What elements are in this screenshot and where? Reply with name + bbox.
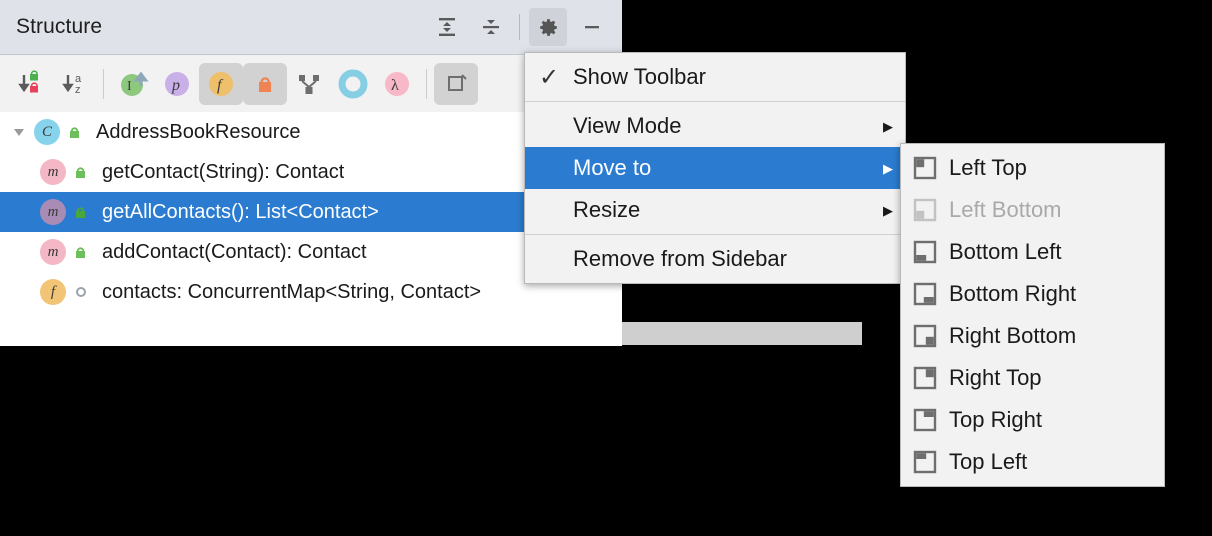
structure-header: Structure	[0, 0, 622, 55]
svg-text:I: I	[127, 79, 132, 94]
show-properties-icon[interactable]: p	[155, 63, 199, 105]
minimize-icon[interactable]	[573, 8, 611, 46]
collapse-triangle-icon[interactable]	[6, 124, 32, 140]
menu-divider	[525, 101, 905, 102]
method-icon: m	[38, 239, 68, 265]
checkmark-icon: ✓	[538, 63, 560, 91]
menu-item-label: Show Toolbar	[573, 64, 706, 89]
chevron-right-icon: ▶	[883, 118, 893, 134]
toolbar-divider-1	[103, 68, 104, 99]
submenu-item-right-top[interactable]: Right Top	[901, 357, 1164, 399]
autoscroll-icon[interactable]	[434, 62, 478, 105]
show-inherited-icon[interactable]: I	[111, 63, 155, 105]
show-anonymous-classes-icon[interactable]	[331, 63, 375, 105]
menu-item-label: View Mode	[573, 113, 682, 138]
menu-item-label: Remove from Sidebar	[573, 246, 787, 271]
show-non-public-icon[interactable]	[243, 62, 287, 105]
submenu-item-left-top[interactable]: Left Top	[901, 147, 1164, 189]
toolbar-divider-2	[426, 68, 427, 99]
submenu-item-left-bottom: Left Bottom	[901, 189, 1164, 231]
submenu-item-label: Right Top	[949, 365, 1042, 390]
public-visibility-icon	[68, 163, 94, 181]
dock-bottom-right-icon	[901, 281, 949, 307]
show-fields-icon[interactable]: f	[199, 62, 243, 105]
menu-item-remove-from-sidebar[interactable]: Remove from Sidebar	[525, 238, 905, 280]
submenu-item-label: Top Left	[949, 449, 1028, 474]
submenu-item-label: Right Bottom	[949, 323, 1077, 348]
submenu-item-top-right[interactable]: Top Right	[901, 399, 1164, 441]
options-context-menu: ✓ Show Toolbar View Mode ▶ Move to ▶ Res…	[524, 52, 906, 284]
collapse-all-icon[interactable]	[472, 8, 510, 46]
chevron-right-icon: ▶	[883, 160, 893, 176]
tree-row-label: contacts: ConcurrentMap<String, Contact>	[102, 280, 482, 303]
public-visibility-icon	[62, 123, 88, 141]
submenu-item-bottom-right[interactable]: Bottom Right	[901, 273, 1164, 315]
public-visibility-icon	[68, 243, 94, 261]
submenu-item-top-left[interactable]: Top Left	[901, 441, 1164, 483]
menu-item-show-toolbar[interactable]: ✓ Show Toolbar	[525, 56, 905, 98]
submenu-item-bottom-left[interactable]: Bottom Left	[901, 231, 1164, 273]
menu-item-move-to[interactable]: Move to ▶	[525, 147, 905, 189]
dock-bottom-left-icon	[901, 239, 949, 265]
submenu-item-label: Bottom Right	[949, 281, 1077, 306]
background-strip	[622, 322, 862, 345]
group-by-inheritance-icon[interactable]	[287, 63, 331, 105]
dock-right-bottom-icon	[901, 323, 949, 349]
menu-item-resize[interactable]: Resize ▶	[525, 189, 905, 231]
page-title: Structure	[16, 15, 103, 38]
chevron-right-icon: ▶	[883, 202, 893, 218]
tree-row-label: addContact(Contact): Contact	[102, 240, 367, 263]
menu-item-label: Resize	[573, 197, 641, 222]
dock-left-bottom-icon	[901, 197, 949, 223]
submenu-item-label: Bottom Left	[949, 239, 1062, 264]
method-icon: m	[38, 159, 68, 185]
menu-divider	[525, 234, 905, 235]
dock-top-right-icon	[901, 407, 949, 433]
menu-item-view-mode[interactable]: View Mode ▶	[525, 105, 905, 147]
lambda-glyph: λ	[391, 77, 399, 94]
sort-alphabetically-icon[interactable]: a z	[52, 63, 96, 105]
class-icon: C	[32, 119, 62, 145]
dock-left-top-icon	[901, 155, 949, 181]
sort-by-visibility-icon[interactable]	[8, 63, 52, 105]
private-visibility-icon	[68, 284, 94, 300]
dock-top-left-icon	[901, 449, 949, 475]
properties-glyph: p	[171, 77, 180, 94]
dock-right-top-icon	[901, 365, 949, 391]
tree-row-label: getAllContacts(): List<Contact>	[102, 200, 379, 223]
expand-all-icon[interactable]	[428, 8, 466, 46]
header-actions	[425, 0, 622, 54]
header-divider	[519, 14, 520, 40]
gear-icon[interactable]	[529, 8, 567, 46]
field-icon: f	[38, 279, 68, 305]
submenu-item-label: Left Top	[949, 155, 1027, 180]
svg-text:z: z	[75, 84, 81, 96]
menu-item-label: Move to	[573, 155, 652, 180]
show-lambdas-icon[interactable]: λ	[375, 63, 419, 105]
submenu-item-right-bottom[interactable]: Right Bottom	[901, 315, 1164, 357]
tree-row-label: getContact(String): Contact	[102, 160, 345, 183]
move-to-submenu: Left Top Left Bottom Bottom Left Bottom …	[900, 143, 1165, 487]
method-icon: m	[38, 199, 68, 225]
tree-row-label: AddressBookResource	[96, 120, 301, 143]
submenu-item-label: Left Bottom	[949, 197, 1062, 222]
public-visibility-icon	[68, 203, 94, 221]
submenu-item-label: Top Right	[949, 407, 1042, 432]
